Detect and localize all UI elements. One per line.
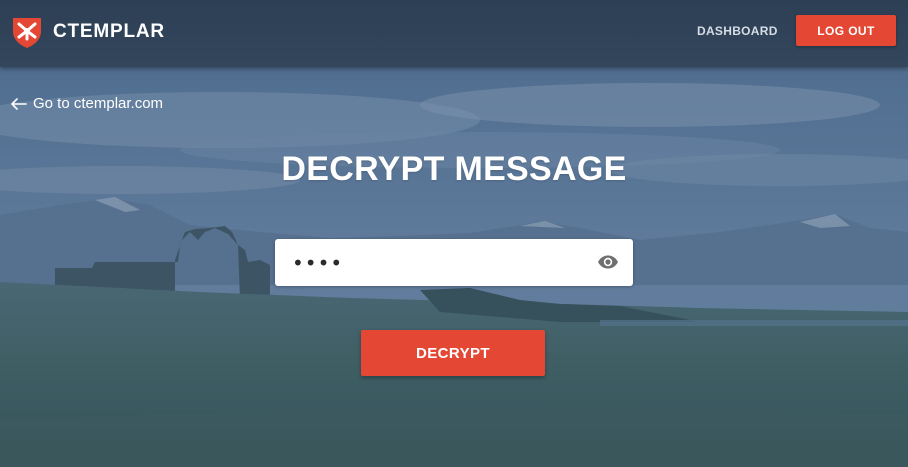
brand-name: CTEMPLAR [53, 21, 165, 42]
back-to-site-link[interactable]: Go to ctemplar.com [11, 95, 163, 112]
background-landscape [0, 0, 908, 467]
arrow-left-icon [11, 97, 27, 110]
background-tint [0, 0, 908, 467]
logout-button[interactable]: LOG OUT [796, 15, 896, 46]
top-navbar: CTEMPLAR DASHBOARD LOG OUT [0, 0, 908, 67]
nav-dashboard-link[interactable]: DASHBOARD [697, 24, 778, 38]
page-title: DECRYPT MESSAGE [281, 150, 627, 188]
password-field [275, 239, 633, 286]
back-link-label: Go to ctemplar.com [33, 95, 164, 112]
eye-icon[interactable] [597, 254, 619, 270]
decrypt-button[interactable]: DECRYPT [361, 330, 545, 376]
brand-logo[interactable]: CTEMPLAR [10, 15, 165, 49]
shield-logo-icon [13, 18, 41, 48]
password-input[interactable] [275, 239, 585, 286]
